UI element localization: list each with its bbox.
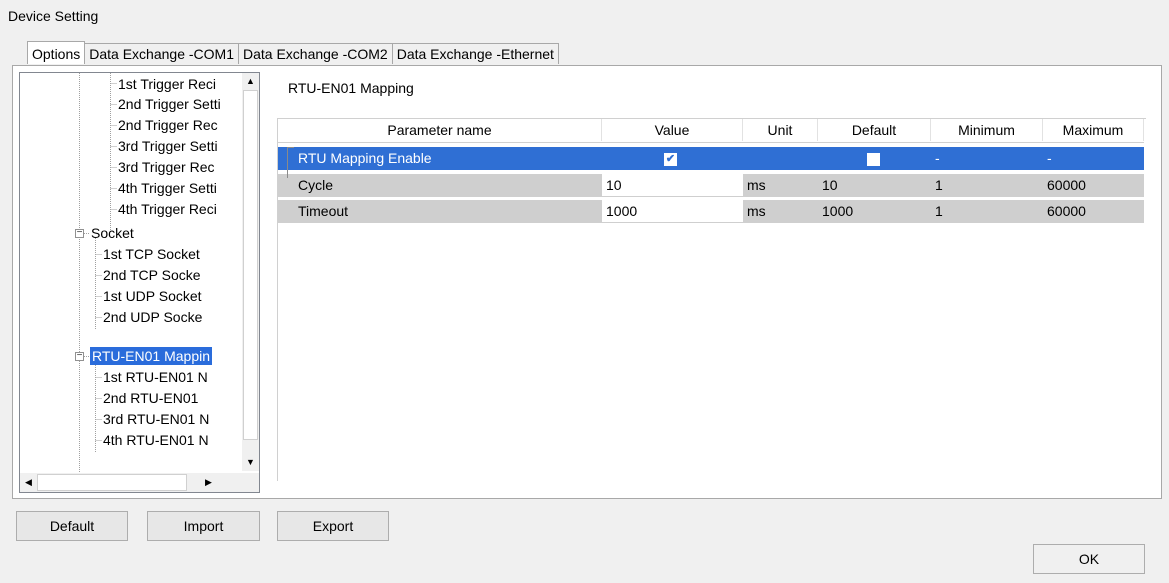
tree-item-2nd-trigger-rec[interactable]: 2nd Trigger Rec (118, 116, 218, 134)
tree-item-2nd-rtu-en01[interactable]: 2nd RTU-EN01 (103, 389, 198, 407)
row-parameter-name: RTU Mapping Enable (298, 150, 432, 166)
row-maximum: 60000 (1047, 177, 1086, 193)
table-row[interactable]: Cycle 10 ms 10 1 60000 (278, 174, 1144, 197)
parameter-grid: Parameter name Value Unit Default Minimu… (277, 118, 1146, 481)
header-parameter-name[interactable]: Parameter name (278, 119, 602, 141)
tree-vertical-scrollbar[interactable]: ▲ ▼ (242, 73, 259, 471)
row-unit: ms (747, 177, 766, 193)
header-default[interactable]: Default (818, 119, 931, 141)
timeout-value-input[interactable]: 1000 (602, 200, 743, 222)
tree-item-4th-rtu-en01[interactable]: 4th RTU-EN01 N (103, 431, 209, 449)
tab-bar: Options Data Exchange -COM1 Data Exchang… (27, 41, 559, 65)
default-cell (818, 147, 931, 169)
table-row[interactable]: Timeout 1000 ms 1000 1 60000 (278, 200, 1144, 223)
scroll-up-arrow-icon[interactable]: ▲ (242, 73, 259, 90)
tree-hscroll-thumb[interactable] (37, 474, 187, 491)
cycle-value-input[interactable]: 10 (602, 174, 743, 196)
export-button[interactable]: Export (277, 511, 389, 541)
table-row[interactable]: RTU Mapping Enable ✔ - - (278, 147, 1144, 170)
tree-horizontal-scrollbar[interactable]: ◀ ▶ (20, 473, 259, 492)
ok-button[interactable]: OK (1033, 544, 1145, 574)
row-unit: ms (747, 203, 766, 219)
value-cell[interactable]: ✔ (602, 147, 743, 169)
header-maximum[interactable]: Maximum (1043, 119, 1144, 141)
header-unit[interactable]: Unit (743, 119, 818, 141)
group-bracket (287, 147, 294, 178)
tree-item-1st-trigger-reci[interactable]: 1st Trigger Reci (118, 75, 216, 93)
tree-item-1st-udp-socket[interactable]: 1st UDP Socket (103, 287, 202, 305)
header-value[interactable]: Value (602, 119, 743, 141)
row-unit (743, 147, 818, 169)
default-checkbox (867, 152, 880, 166)
row-maximum: - (1047, 150, 1052, 166)
tree-item-3rd-rtu-en01[interactable]: 3rd RTU-EN01 N (103, 410, 209, 428)
tree-item-4th-trigger-reci[interactable]: 4th Trigger Reci (118, 200, 217, 218)
window-title: Device Setting (8, 8, 99, 24)
tree-item-2nd-tcp-socket[interactable]: 2nd TCP Socke (103, 266, 201, 284)
header-minimum[interactable]: Minimum (931, 119, 1043, 141)
tab-data-exchange-ethernet[interactable]: Data Exchange -Ethernet (392, 43, 559, 64)
tree-item-3rd-trigger-rec[interactable]: 3rd Trigger Rec (118, 158, 214, 176)
tree-item-1st-tcp-socket[interactable]: 1st TCP Socket (103, 245, 200, 263)
row-default: 1000 (822, 203, 854, 219)
tab-data-exchange-com1[interactable]: Data Exchange -COM1 (85, 43, 239, 64)
scroll-left-arrow-icon[interactable]: ◀ (20, 474, 37, 491)
row-maximum: 60000 (1047, 203, 1086, 219)
import-button[interactable]: Import (147, 511, 260, 541)
row-minimum: 1 (935, 177, 943, 193)
rtu-mapping-enable-checkbox[interactable]: ✔ (664, 152, 677, 166)
tree-item-socket[interactable]: Socket (91, 224, 134, 242)
row-parameter-name: Timeout (298, 203, 349, 219)
tab-options[interactable]: Options (27, 41, 86, 64)
tree-item-2nd-udp-socket[interactable]: 2nd UDP Socke (103, 308, 202, 326)
row-minimum: 1 (935, 203, 943, 219)
tree-vscroll-thumb[interactable] (243, 90, 258, 440)
tree-item-1st-rtu-en01[interactable]: 1st RTU-EN01 N (103, 368, 208, 386)
default-button[interactable]: Default (16, 511, 128, 541)
row-parameter-name: Cycle (298, 177, 334, 193)
row-minimum: - (935, 150, 940, 166)
collapse-socket-icon[interactable]: − (75, 228, 84, 238)
scroll-down-arrow-icon[interactable]: ▼ (242, 454, 259, 471)
tree-item-rtu-en01-mapping[interactable]: RTU-EN01 Mappin (90, 347, 213, 365)
section-title: RTU-EN01 Mapping (288, 80, 414, 96)
grid-header: Parameter name Value Unit Default Minimu… (278, 119, 1144, 143)
tree-item-4th-trigger-setti[interactable]: 4th Trigger Setti (118, 179, 217, 197)
scroll-right-arrow-icon[interactable]: ▶ (200, 474, 217, 491)
collapse-rtu-en01-icon[interactable]: − (75, 351, 84, 361)
settings-tree[interactable]: 1st Trigger Reci 2nd Trigger Setti 2nd T… (19, 72, 260, 493)
tree-item-2nd-trigger-setti[interactable]: 2nd Trigger Setti (118, 95, 221, 113)
row-default: 10 (822, 177, 838, 193)
tab-data-exchange-com2[interactable]: Data Exchange -COM2 (238, 43, 393, 64)
tree-item-3rd-trigger-setti[interactable]: 3rd Trigger Setti (118, 137, 218, 155)
